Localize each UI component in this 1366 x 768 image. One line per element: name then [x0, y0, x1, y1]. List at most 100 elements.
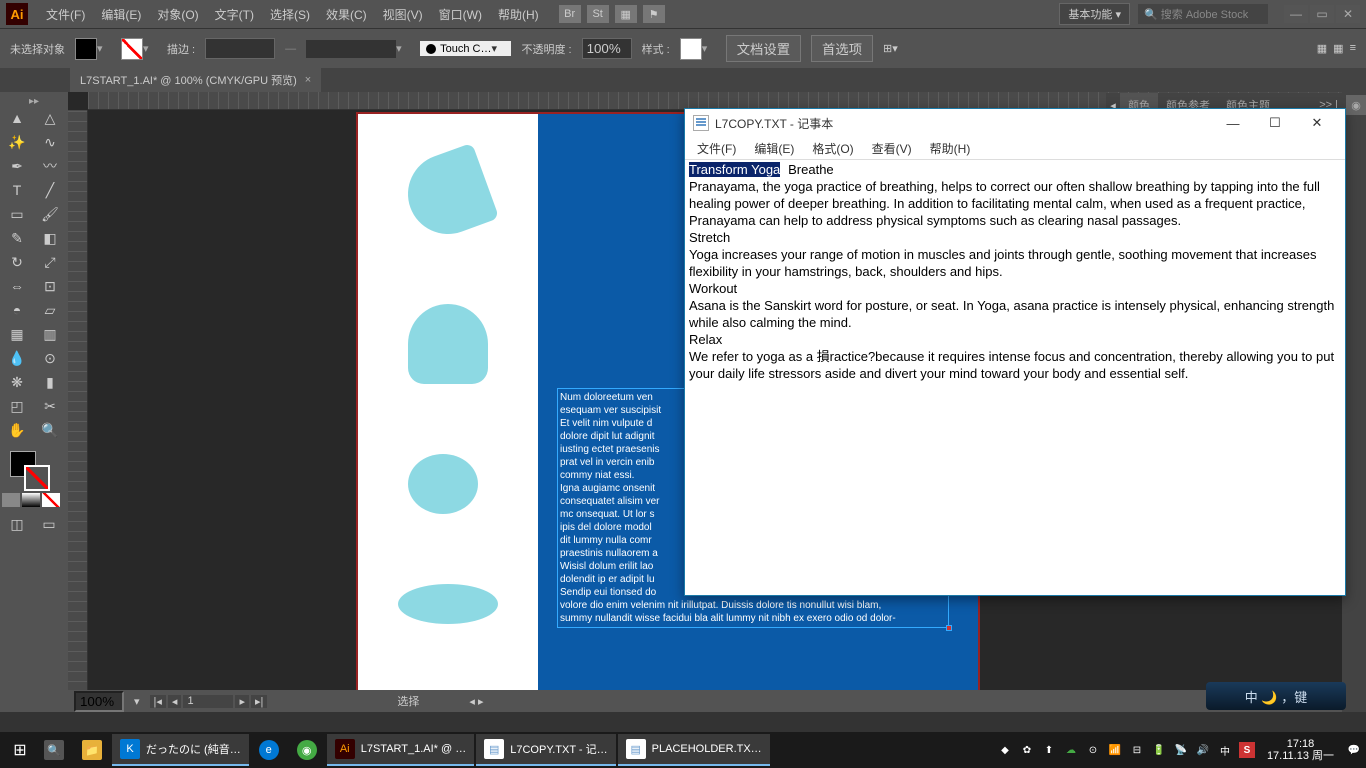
shaper-tool[interactable]: ✎	[2, 227, 32, 249]
scale-tool[interactable]: ⤢	[35, 251, 65, 273]
eyedropper-tool[interactable]: 💧	[2, 347, 32, 369]
touch-dropdown[interactable]: Touch C…▾	[420, 41, 511, 56]
arrange-icon[interactable]: ▦	[615, 5, 637, 23]
notepad-close-button[interactable]: ✕	[1297, 111, 1337, 135]
libraries-icon[interactable]: ◉	[1346, 95, 1366, 115]
taskbar-file-explorer[interactable]: 📁	[74, 734, 110, 766]
taskbar-search[interactable]: 🔍	[36, 734, 72, 766]
stock-icon[interactable]: St	[587, 5, 609, 23]
blend-tool[interactable]: ⊙	[35, 347, 65, 369]
taskbar-illustrator[interactable]: AiL7START_1.AI* @ …	[327, 734, 475, 766]
magic-wand-tool[interactable]: ✨	[2, 131, 32, 153]
overflow-handle-icon[interactable]	[946, 625, 952, 631]
free-transform-tool[interactable]: ⊡	[35, 275, 65, 297]
color-mode-icon[interactable]	[2, 493, 20, 507]
workspace-switcher[interactable]: 基本功能 ▾	[1059, 3, 1130, 25]
close-button[interactable]: ✕	[1336, 5, 1360, 23]
doc-setup-button[interactable]: 文档设置	[726, 35, 801, 62]
lasso-tool[interactable]: ∿	[35, 131, 65, 153]
notepad-maximize-button[interactable]: ☐	[1255, 111, 1295, 135]
menu-object[interactable]: 对象(O)	[149, 6, 206, 23]
artboard-tool[interactable]: ◰	[2, 395, 32, 417]
stroke-swatch[interactable]: ▾	[121, 38, 157, 60]
notepad-window[interactable]: L7COPY.TXT - 记事本 — ☐ ✕ 文件(F) 编辑(E) 格式(O)…	[684, 108, 1346, 596]
style-swatch[interactable]: ▾	[680, 38, 716, 60]
align-icon[interactable]: ⊞▾	[883, 42, 898, 55]
taskbar-edge[interactable]: e	[251, 734, 287, 766]
artboard-nav[interactable]: |◂◂ 1 ▸▸|	[150, 695, 268, 708]
zoom-tool[interactable]: 🔍	[35, 419, 65, 441]
gpu-icon[interactable]: ⚑	[643, 5, 665, 23]
fill-stroke-control[interactable]	[2, 447, 66, 489]
stroke-color-icon[interactable]	[24, 465, 50, 491]
menu-file[interactable]: 文件(F)	[38, 6, 93, 23]
notepad-minimize-button[interactable]: —	[1213, 111, 1253, 135]
vertical-ruler[interactable]	[68, 110, 88, 712]
taskbar-notepad2[interactable]: ▤PLACEHOLDER.TX…	[618, 734, 770, 766]
none-mode-icon[interactable]	[42, 493, 60, 507]
document-tab[interactable]: L7START_1.AI* @ 100% (CMYK/GPU 预览) ×	[70, 68, 321, 92]
shape-builder-tool[interactable]: ◓	[2, 299, 32, 321]
taskbar-music-player[interactable]: Kだったのに (純音…	[112, 734, 249, 766]
menu-help[interactable]: 帮助(H)	[490, 6, 547, 23]
fill-swatch[interactable]: ▾	[75, 38, 111, 60]
maximize-button[interactable]: ▭	[1310, 5, 1334, 23]
graph-tool[interactable]: ▮	[35, 371, 65, 393]
network-icon[interactable]: 📶	[1107, 742, 1123, 758]
width-tool[interactable]: ⇔	[2, 275, 32, 297]
paintbrush-tool[interactable]: 🖌	[35, 203, 65, 225]
notifications-icon[interactable]: 💬	[1346, 742, 1362, 758]
pen-tool[interactable]: ✒	[2, 155, 32, 177]
gradient-mode-icon[interactable]	[22, 493, 40, 507]
taskbar-notepad[interactable]: ▤L7COPY.TXT - 记…	[476, 734, 615, 766]
np-menu-view[interactable]: 查看(V)	[864, 138, 920, 159]
start-button[interactable]: ⊞	[4, 734, 36, 766]
line-tool[interactable]: ╱	[35, 179, 65, 201]
selection-tool[interactable]: ▲	[2, 107, 32, 129]
draw-mode-icon[interactable]: ◫	[2, 513, 32, 535]
mesh-tool[interactable]: ▦	[2, 323, 32, 345]
menu-view[interactable]: 视图(V)	[375, 6, 431, 23]
volume-icon[interactable]: 🔊	[1195, 742, 1211, 758]
close-tab-icon[interactable]: ×	[305, 74, 311, 86]
notepad-textarea[interactable]: Transform Yoga Breathe Pranayama, the yo…	[685, 159, 1345, 595]
stroke-weight-input[interactable]	[205, 38, 275, 59]
np-menu-help[interactable]: 帮助(H)	[922, 138, 979, 159]
tray-icon[interactable]: ⬆	[1041, 742, 1057, 758]
ime-lang-icon[interactable]: 中	[1217, 742, 1233, 758]
brush-dropdown[interactable]: ▾	[306, 40, 410, 58]
tray-icon[interactable]: ⊙	[1085, 742, 1101, 758]
notepad-titlebar[interactable]: L7COPY.TXT - 记事本 — ☐ ✕	[685, 109, 1345, 137]
symbol-sprayer-tool[interactable]: ❋	[2, 371, 32, 393]
menu-edit[interactable]: 编辑(E)	[93, 6, 149, 23]
gradient-tool[interactable]: ▥	[35, 323, 65, 345]
menu-window[interactable]: 窗口(W)	[431, 6, 490, 23]
perspective-tool[interactable]: ▱	[35, 299, 65, 321]
clock[interactable]: 17:18 17.11.13 周一	[1261, 738, 1340, 762]
tray-icon[interactable]: ◆	[997, 742, 1013, 758]
slice-tool[interactable]: ✂	[35, 395, 65, 417]
scrollbar-icon[interactable]: ◂ ▸	[469, 695, 483, 708]
rectangle-tool[interactable]: ▭	[2, 203, 32, 225]
hand-tool[interactable]: ✋	[2, 419, 32, 441]
battery-icon[interactable]: 🔋	[1151, 742, 1167, 758]
wifi-icon[interactable]: 📡	[1173, 742, 1189, 758]
search-stock-input[interactable]: 🔍 搜索 Adobe Stock	[1138, 4, 1268, 24]
np-menu-file[interactable]: 文件(F)	[689, 138, 744, 159]
zoom-dropdown-icon[interactable]: ▾	[134, 695, 140, 708]
zoom-input[interactable]	[74, 691, 124, 712]
type-tool[interactable]: T	[2, 179, 32, 201]
ime-indicator[interactable]: 中 🌙 ，键	[1206, 682, 1346, 710]
np-menu-edit[interactable]: 编辑(E)	[746, 138, 802, 159]
bridge-icon[interactable]: Br	[559, 5, 581, 23]
menu-select[interactable]: 选择(S)	[262, 6, 318, 23]
artboard-number[interactable]: 1	[183, 695, 233, 708]
np-menu-format[interactable]: 格式(O)	[804, 138, 861, 159]
minimize-button[interactable]: —	[1284, 5, 1308, 23]
opacity-input[interactable]	[582, 38, 632, 59]
screen-mode-icon[interactable]: ▭	[34, 513, 64, 535]
eraser-tool[interactable]: ◧	[35, 227, 65, 249]
panel-icon[interactable]: ▦	[1333, 42, 1343, 55]
tray-icon[interactable]: ✿	[1019, 742, 1035, 758]
panel-icon[interactable]: ▦	[1317, 42, 1327, 55]
